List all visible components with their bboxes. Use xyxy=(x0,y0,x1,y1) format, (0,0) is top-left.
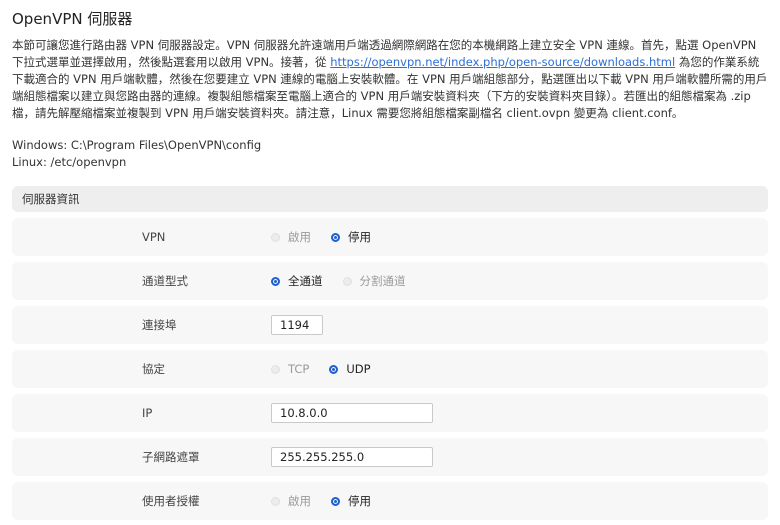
udp-radio[interactable]: UDP xyxy=(329,362,371,376)
openvpn-page: OpenVPN 伺服器 本節可讓您進行路由器 VPN 伺服器設定。VPN 伺服器… xyxy=(0,0,780,520)
tunnel-type-row: 通道型式 全通道 分割通道 xyxy=(12,262,768,300)
protocol-label: 協定 xyxy=(142,362,165,376)
subnet-mask-label: 子網路遮罩 xyxy=(142,450,200,464)
radio-unchecked-icon xyxy=(271,496,280,506)
page-description: 本節可讓您進行路由器 VPN 伺服器設定。VPN 伺服器允許遠端用戶端透過網際網… xyxy=(12,37,768,122)
install-paths: Windows: C:\Program Files\OpenVPN\config… xyxy=(12,137,768,171)
subnet-mask-row: 子網路遮罩 xyxy=(12,438,768,476)
radio-checked-icon xyxy=(271,276,280,286)
vpn-options: 啟用 停用 xyxy=(271,229,391,245)
tcp-label: TCP xyxy=(288,362,310,376)
vpn-enable-label: 啟用 xyxy=(288,230,311,244)
tcp-radio[interactable]: TCP xyxy=(271,362,309,376)
radio-unchecked-icon xyxy=(271,364,280,374)
vpn-label: VPN xyxy=(142,230,166,244)
windows-path: Windows: C:\Program Files\OpenVPN\config xyxy=(12,138,262,152)
user-auth-options: 啟用 停用 xyxy=(271,493,391,509)
page-title: OpenVPN 伺服器 xyxy=(12,10,133,28)
user-auth-row: 使用者授權 啟用 停用 xyxy=(12,482,768,520)
auth-enable-radio[interactable]: 啟用 xyxy=(271,493,311,509)
ip-row: IP xyxy=(12,394,768,432)
radio-unchecked-icon xyxy=(271,232,280,242)
radio-checked-icon xyxy=(331,232,340,242)
radio-checked-icon xyxy=(331,496,340,506)
auth-disable-radio[interactable]: 停用 xyxy=(331,493,371,509)
subnet-mask-input[interactable] xyxy=(271,447,433,467)
vpn-disable-label: 停用 xyxy=(348,230,371,244)
protocol-row: 協定 TCP UDP xyxy=(12,350,768,388)
udp-label: UDP xyxy=(346,362,371,376)
vpn-enable-radio[interactable]: 啟用 xyxy=(271,229,311,245)
ip-label: IP xyxy=(142,406,153,420)
vpn-disable-radio[interactable]: 停用 xyxy=(331,229,371,245)
full-tunnel-label: 全通道 xyxy=(288,274,323,288)
tunnel-type-options: 全通道 分割通道 xyxy=(271,273,426,289)
tunnel-type-label: 通道型式 xyxy=(142,274,188,288)
split-tunnel-radio[interactable]: 分割通道 xyxy=(342,273,406,289)
linux-path: Linux: /etc/openvpn xyxy=(12,155,127,169)
vpn-row: VPN 啟用 停用 xyxy=(12,218,768,256)
auth-disable-label: 停用 xyxy=(348,494,371,508)
port-label: 連接埠 xyxy=(142,318,177,332)
ip-input[interactable] xyxy=(271,403,433,423)
radio-unchecked-icon xyxy=(342,276,352,286)
full-tunnel-radio[interactable]: 全通道 xyxy=(271,273,323,289)
protocol-options: TCP UDP xyxy=(271,362,391,376)
openvpn-download-link[interactable]: https://openvpn.net/index.php/open-sourc… xyxy=(330,55,675,69)
split-tunnel-label: 分割通道 xyxy=(359,274,406,288)
auth-enable-label: 啟用 xyxy=(288,494,311,508)
server-info-header: 伺服器資訊 xyxy=(12,186,768,212)
port-input[interactable] xyxy=(271,315,323,335)
radio-checked-icon xyxy=(329,364,339,374)
port-row: 連接埠 xyxy=(12,306,768,344)
user-auth-label: 使用者授權 xyxy=(142,494,200,508)
